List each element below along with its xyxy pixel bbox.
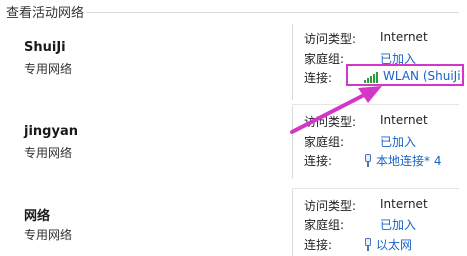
annotation-arrow <box>290 86 382 134</box>
